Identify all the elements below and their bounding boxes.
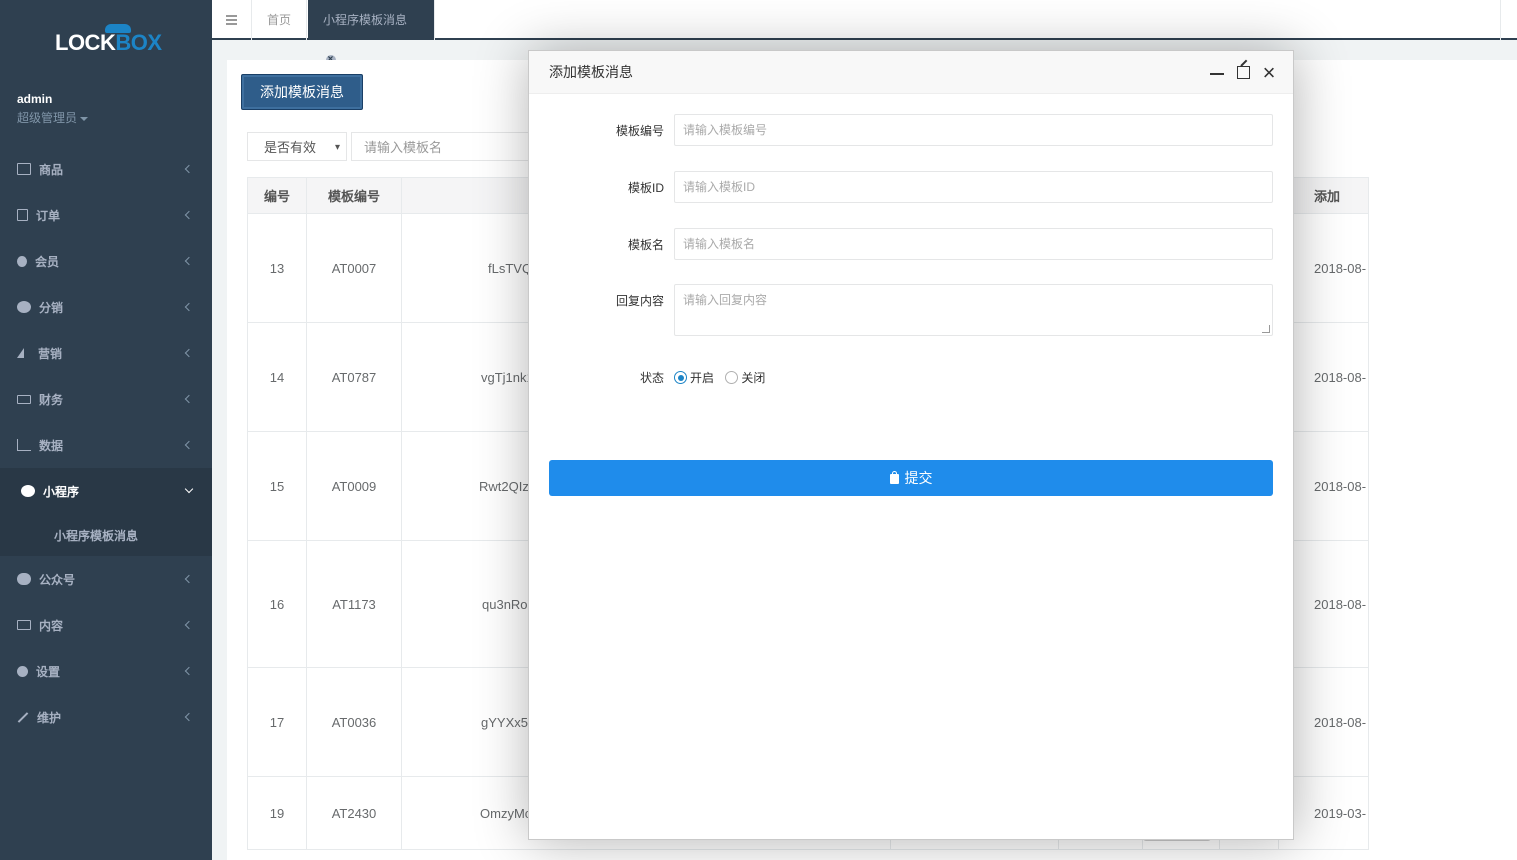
sidebar-item-miniprogram[interactable]: 小程序 (0, 468, 212, 514)
user-profile[interactable]: admin 超级管理员 (17, 92, 88, 126)
chevron-left-icon (184, 394, 194, 404)
chevron-left-icon (184, 302, 194, 312)
add-template-button[interactable]: 添加模板消息 (241, 74, 363, 110)
resize-handle-icon[interactable] (1262, 325, 1270, 333)
tab-home[interactable]: 首页 (252, 0, 308, 40)
modal-title: 添加模板消息 (549, 64, 633, 80)
reply-content-label: 回复内容 (615, 294, 664, 308)
magic-icon (17, 711, 29, 723)
sidebar-item-data[interactable]: 数据 (0, 422, 212, 468)
sidebar-item-finance[interactable]: 财务 (0, 376, 212, 422)
radio-unchecked-icon (725, 371, 739, 384)
template-name-input[interactable]: 请输入模板名 (674, 228, 1273, 260)
col-header-code: 模板编号 (306, 177, 402, 214)
sidebar-item-maintenance[interactable]: 维护 (0, 694, 212, 740)
tab-template-message[interactable]: 小程序模板消息 (308, 0, 435, 80)
sidebar-item-distribution[interactable]: 分销 (0, 284, 212, 330)
list-icon (17, 209, 28, 221)
sidebar-nav: 商品 订单 会员 分销 营销 财务 数据 小程序 小程序模板消息 公众号 内容 … (0, 146, 212, 740)
sidebar-item-marketing[interactable]: 营销 (0, 330, 212, 376)
add-template-modal: 添加模板消息 × 模板编号 请输入模板编号 模板ID 请输入模板ID 模板名 请… (528, 50, 1294, 840)
monitor-icon (17, 163, 31, 175)
sidebar-item-orders[interactable]: 订单 (0, 192, 212, 238)
shopping-bag-icon (889, 471, 899, 484)
wechat-icon (17, 573, 31, 585)
user-role-dropdown[interactable]: 超级管理员 (17, 109, 88, 126)
template-code-label: 模板编号 (615, 124, 664, 138)
line-chart-icon (17, 439, 31, 451)
modal-header: 添加模板消息 × (529, 51, 1293, 94)
close-icon[interactable]: × (1257, 51, 1281, 94)
user-name: admin (17, 92, 53, 106)
sidebar-item-goods[interactable]: 商品 (0, 146, 212, 192)
users-icon (17, 301, 31, 313)
status-label: 状态 (639, 371, 664, 385)
sidebar-item-official-account[interactable]: 公众号 (0, 556, 212, 602)
sidebar-subitem-template-message[interactable]: 小程序模板消息 (0, 514, 212, 556)
col-header-id: 编号 (247, 177, 307, 214)
chevron-left-icon (184, 712, 194, 722)
chevron-left-icon (184, 164, 194, 174)
template-id-input[interactable]: 请输入模板ID (674, 171, 1273, 203)
book-icon (17, 620, 31, 630)
template-name-label: 模板名 (627, 238, 664, 252)
template-id-label: 模板ID (627, 181, 664, 195)
gear-icon (17, 665, 28, 677)
money-icon (17, 394, 31, 404)
paper-plane-icon (17, 348, 24, 358)
sidebar-item-settings[interactable]: 设置 (0, 648, 212, 694)
minimize-icon[interactable] (1205, 51, 1229, 94)
radio-checked-icon (674, 371, 687, 384)
chevron-left-icon (184, 440, 194, 450)
submit-button[interactable]: 提交 (549, 460, 1273, 496)
template-name-search-input[interactable]: 请输入模板名 (351, 132, 531, 161)
chevron-left-icon (184, 666, 194, 676)
valid-filter-select[interactable]: 是否有效 (247, 132, 347, 162)
tab-bar: 首页 小程序模板消息 (212, 0, 1517, 80)
chevron-left-icon (184, 256, 194, 266)
user-icon (17, 255, 27, 267)
sidebar-item-content[interactable]: 内容 (0, 602, 212, 648)
chevron-left-icon (184, 348, 194, 358)
logo: LOCKBOX (55, 24, 162, 56)
sidebar: LOCKBOX admin 超级管理员 商品 订单 会员 分销 营销 财务 数据… (0, 0, 212, 860)
chevron-left-icon (184, 620, 194, 630)
chevron-left-icon (184, 574, 194, 584)
template-code-input[interactable]: 请输入模板编号 (674, 114, 1273, 146)
menu-toggle-button[interactable] (212, 0, 252, 40)
chevron-down-icon (184, 484, 194, 494)
status-off-radio[interactable]: 关闭 (725, 371, 765, 385)
cubes-icon (21, 485, 35, 497)
chevron-left-icon (184, 210, 194, 220)
maximize-icon[interactable] (1231, 51, 1255, 94)
status-radio-group: 开启 关闭 (674, 369, 765, 386)
reply-content-textarea[interactable]: 请输入回复内容 (674, 284, 1273, 336)
sidebar-item-members[interactable]: 会员 (0, 238, 212, 284)
status-on-radio[interactable]: 开启 (674, 371, 714, 385)
